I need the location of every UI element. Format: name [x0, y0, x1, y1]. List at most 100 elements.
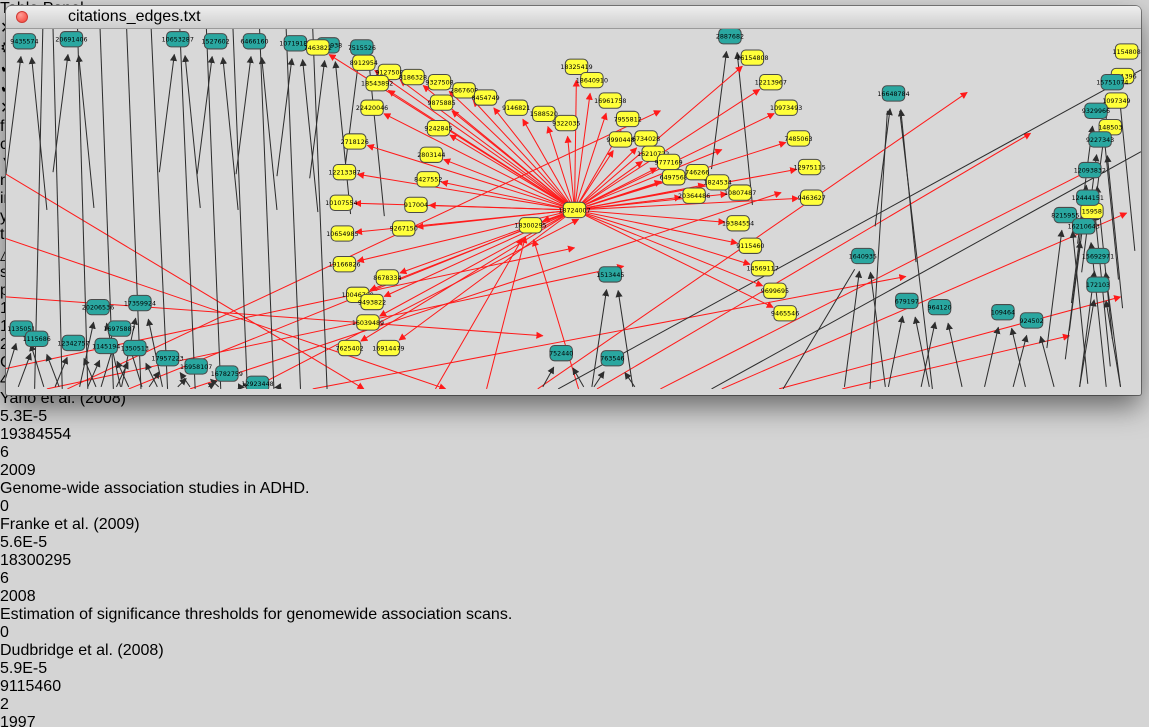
network-window: citations_edges.txt 9435574 20691406 10653… [6, 6, 1141, 395]
window-title: citations_edges.txt [68, 8, 201, 26]
graph-node-label: 16210643 [1068, 224, 1100, 231]
graph-node-label: 16914479 [372, 345, 404, 352]
table-row[interactable]: 911546021997Tourette syndrome. Phenomeno… [0, 678, 1149, 727]
graph-node-label: 924502 [1019, 318, 1043, 325]
graph-node-label: 16154808 [736, 55, 768, 62]
graph-node-label: 8186328 [399, 74, 427, 81]
graph-node-label: 8678334 [373, 275, 401, 282]
graph-node-label: 10973493 [770, 105, 802, 112]
graph-node-label: 9242845 [424, 126, 452, 133]
graph-node-label: 6466160 [240, 39, 268, 46]
graph-node-label: 12213387 [328, 170, 360, 177]
window-titlebar[interactable]: citations_edges.txt [6, 6, 1141, 29]
graph-node-label: 10654985 [326, 231, 358, 238]
graph-node-label: 7625402 [335, 345, 363, 352]
graph-node-label: 15751074 [1096, 80, 1128, 87]
graph-node-label: 9777169 [654, 159, 682, 166]
graph-node-label: 7463822 [304, 45, 332, 52]
graph-node-label: 7485063 [784, 136, 812, 143]
graph-node-label: 10653287 [162, 37, 194, 44]
graph-node-label: 18640910 [576, 77, 608, 84]
graph-node-label: 752440 [549, 350, 573, 357]
graph-node-label: 8215955 [1051, 212, 1079, 219]
graph-node-label: 2718126 [341, 139, 369, 146]
graph-node-label: 148503 [1098, 125, 1122, 132]
graph-node-label: 19166826 [328, 262, 360, 269]
graph-node-label: 9146821 [502, 105, 530, 112]
graph-node-label: 18724007 [558, 207, 590, 214]
zoom-window-button[interactable] [56, 11, 68, 23]
graph-node-label: 12093832 [1074, 167, 1106, 174]
graph-node-label: 10107554 [325, 200, 357, 207]
graph-node-label: 964120 [927, 304, 951, 311]
graph-node-label: 17957223 [151, 356, 183, 363]
graph-node-label: 1145194 [92, 343, 120, 350]
table-row[interactable]: 1830029562008Estimation of significance … [0, 552, 1149, 678]
minimize-window-button[interactable] [36, 11, 48, 23]
graph-node-label: 763546 [600, 356, 624, 363]
graph-node-label: 1588520 [530, 111, 558, 118]
graph-node-label: 12342757 [57, 340, 89, 347]
graph-node-label: 9435574 [10, 39, 38, 46]
graph-node-label: 1154808 [1113, 49, 1141, 56]
graph-node-label: 2887682 [716, 34, 744, 41]
graph-node-label: 6497568 [660, 175, 688, 182]
graph-node-label: 10807487 [724, 190, 756, 197]
graph-node-label: 18300295 [514, 223, 546, 230]
network-canvas[interactable]: 9435574206914061065328715276026466160107… [6, 29, 1141, 389]
graph-node-label: 9327508 [425, 80, 453, 87]
graph-node-label: 20206536 [82, 304, 114, 311]
graph-node-label: 9267150 [390, 226, 418, 233]
graph-node-label: 1097349 [1102, 98, 1130, 105]
graph-node-label: 22420046 [356, 105, 388, 112]
graph-node-label: 9465546 [771, 311, 799, 318]
graph-node-label: 172103 [1086, 282, 1110, 289]
graph-node-label: 109464 [991, 310, 1015, 317]
graph-node-label: 9463627 [798, 195, 826, 202]
graph-node-label: 9329966 [1082, 108, 1110, 115]
graph-node-label: 1513445 [596, 272, 624, 279]
graph-node-label: 2803144 [417, 152, 445, 159]
graph-node-label: 9322035 [552, 120, 580, 127]
graph-node-label: 746266 [685, 170, 709, 177]
graph-node-label: 7515526 [348, 45, 376, 52]
graph-node-label: 20364486 [678, 193, 710, 200]
close-window-button[interactable] [16, 11, 28, 23]
graph-node-label: 20691406 [55, 37, 87, 44]
graph-node-label: 12213967 [755, 80, 787, 87]
graph-node-label: 16648784 [877, 91, 909, 98]
graph-node-label: 16039489 [352, 320, 384, 327]
graph-node-label: 16958107 [180, 364, 212, 371]
graph-node-label: 917004 [404, 202, 428, 209]
graph-node-label: 16961758 [594, 98, 626, 105]
graph-node-label: 15692971 [1082, 253, 1114, 260]
graph-node-label: 9990448 [606, 137, 634, 144]
graph-node-label: 16782759 [211, 371, 243, 378]
graph-node-label: 14569117 [747, 266, 779, 273]
graph-node-label: 16975887 [103, 326, 135, 333]
graph-node-label: 8427552 [414, 177, 442, 184]
graph-node-label: 17359924 [124, 300, 156, 307]
graph-node-label: 12975115 [794, 164, 826, 171]
table-row[interactable]: 1938455462009Genome-wide association stu… [0, 426, 1149, 552]
graph-node-label: 8454749 [471, 95, 499, 102]
graph-node-label: 12444151 [1072, 195, 1104, 202]
graph-node-label: 6734028 [632, 136, 660, 143]
application-frame: citations_edges.txt 9435574 20691406 10653… [0, 0, 1149, 727]
graph-node-label: 9875885 [427, 100, 455, 107]
graph-node-label: 18543892 [361, 81, 393, 88]
graph-node-label: 679197 [895, 298, 919, 305]
graph-node-label: 12923448 [241, 381, 273, 388]
network-view-frame: 9435574206914061065328715276026466160107… [6, 29, 1141, 394]
graph-node-label: 9227343 [1086, 137, 1114, 144]
graph-node-label: 9493822 [358, 299, 386, 306]
graph-node-label: 18325419 [560, 64, 592, 71]
graph-node-label: 15958 [1082, 208, 1102, 215]
graph-node-label: 19384554 [722, 221, 754, 228]
graph-node-label: 1115686 [23, 336, 51, 343]
graph-node-label: 7955812 [614, 116, 642, 123]
graph-node-label: 8912954 [350, 60, 378, 67]
graph-node-label: 1640935 [849, 253, 877, 260]
graph-node-label: 9699695 [761, 288, 789, 295]
graph-node-label: 1350513 [121, 345, 149, 352]
